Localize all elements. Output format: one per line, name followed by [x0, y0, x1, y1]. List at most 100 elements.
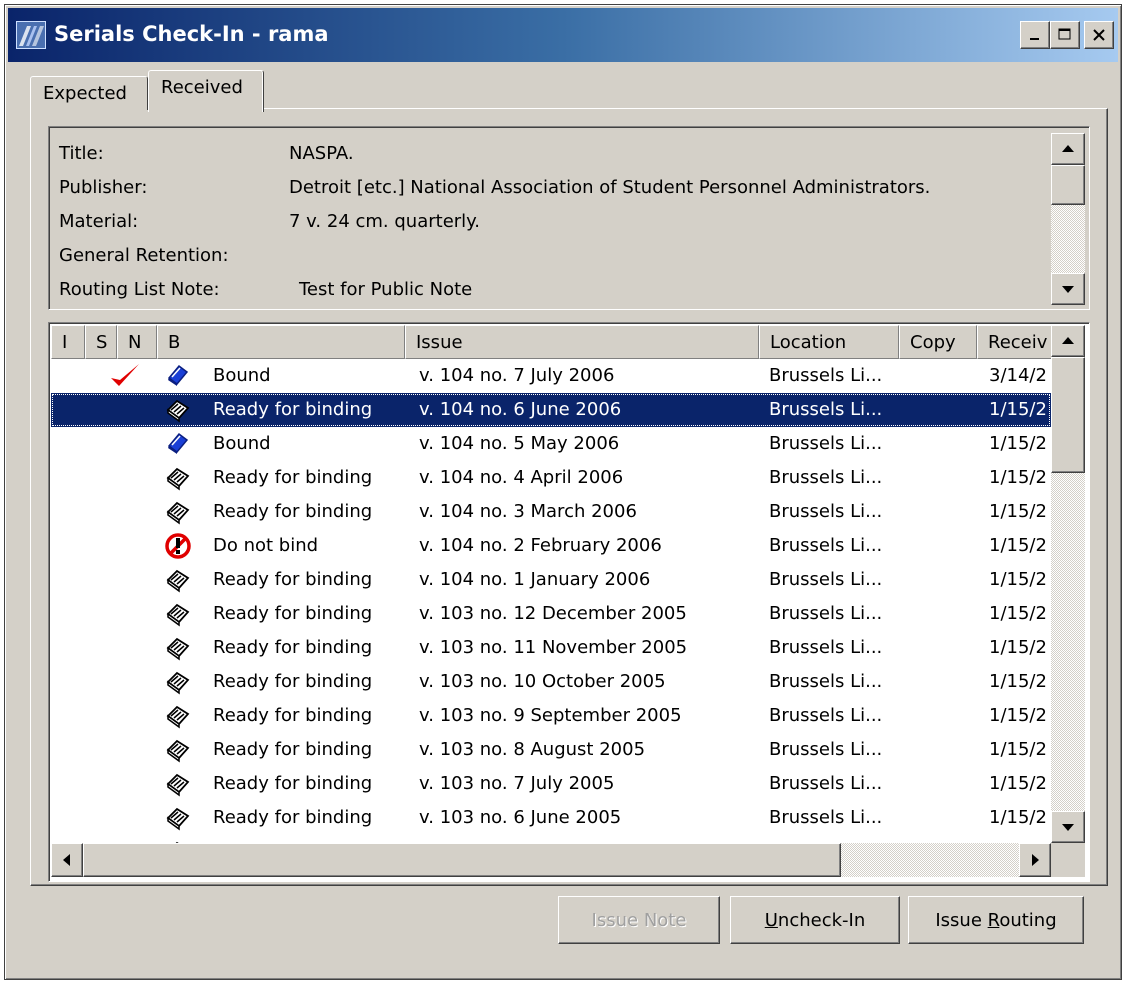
binding-status: Ready for binding — [213, 569, 373, 590]
table-row[interactable]: Bound v. 104 no. 7 July 2006 Brussels Li..… — [51, 359, 1051, 393]
ready-book-icon — [165, 736, 191, 764]
table-row[interactable]: Ready for binding v. 103 no. 8 August 200… — [51, 733, 1051, 767]
tab-received[interactable]: Received — [148, 70, 264, 112]
issue-routing-button[interactable]: Issue Routing — [908, 896, 1084, 944]
table-row[interactable]: Ready for binding v. 104 no. 6 June 2006 B… — [51, 393, 1051, 427]
received-date: 1/15/2 — [989, 671, 1047, 692]
table-row[interactable]: Ready for binding v. 104 no. 4 April 2006… — [51, 461, 1051, 495]
received-date: 1/15/2 — [989, 807, 1047, 828]
issue-location: Brussels Li... — [769, 637, 883, 658]
ready-book-icon — [165, 566, 191, 594]
issue-location: Brussels Li... — [769, 739, 883, 760]
info-scroll-up-button[interactable] — [1051, 133, 1085, 165]
column-header-copy[interactable]: Copy — [899, 325, 977, 359]
label-prefix: Issue — [935, 909, 988, 931]
window-title: Serials Check-In - rama — [54, 22, 329, 46]
uncheck-in-button[interactable]: Uncheck-In — [730, 896, 900, 944]
grid-scroll-right-button[interactable] — [1019, 843, 1051, 877]
column-header-i[interactable]: I — [51, 325, 85, 359]
issue-designation: v. 104 no. 7 July 2006 — [419, 365, 615, 386]
maximize-button[interactable] — [1050, 21, 1080, 49]
label-rest: ncheck-In — [777, 909, 866, 931]
column-header-n[interactable]: N — [117, 325, 157, 359]
table-row[interactable]: Ready for binding v. 103 no. 11 November … — [51, 631, 1051, 665]
received-date: 1/15/2 — [989, 501, 1047, 522]
tab-expected[interactable]: Expected — [30, 76, 148, 110]
info-scroll-thumb[interactable] — [1051, 165, 1085, 205]
close-button[interactable] — [1084, 21, 1114, 49]
grid-scroll-up-button[interactable] — [1051, 325, 1085, 357]
issue-designation: v. 103 no. 8 August 2005 — [419, 739, 646, 760]
issue-location: Brussels Li... — [769, 501, 883, 522]
ready-book-icon — [165, 600, 191, 628]
received-date: 1/15/2 — [989, 399, 1047, 420]
grid-horizontal-scrollbar[interactable] — [51, 843, 1051, 877]
issue-note-button[interactable]: Issue Note — [558, 896, 720, 944]
grid-vertical-scroll-thumb[interactable] — [1051, 357, 1085, 473]
arrow-right-icon — [1032, 854, 1039, 866]
grid-rows: Bound v. 104 no. 7 July 2006 Brussels Li..… — [51, 359, 1051, 843]
mnemonic-letter: U — [764, 909, 778, 931]
issue-location: Brussels Li... — [769, 399, 883, 420]
column-header-b[interactable]: B — [157, 325, 405, 359]
column-header-issue[interactable]: Issue — [405, 325, 759, 359]
title-bar[interactable]: Serials Check-In - rama — [8, 8, 1118, 62]
tab-expected-label: Expected — [43, 83, 127, 104]
column-header-s[interactable]: S — [85, 325, 117, 359]
table-row[interactable]: Ready for binding v. 103 no. 7 July 2005 B… — [51, 767, 1051, 801]
do-not-bind-icon — [165, 532, 191, 560]
issue-location: Brussels Li... — [769, 467, 883, 488]
binding-status: Ready for binding — [213, 637, 373, 658]
grid-vertical-scrollbar[interactable] — [1051, 325, 1085, 843]
binding-status: Bound — [213, 433, 271, 454]
arrow-down-icon — [1062, 286, 1074, 293]
binding-status: Ready for binding — [213, 705, 373, 726]
info-value: Test for Public Note — [299, 279, 473, 300]
ready-book-icon — [165, 668, 191, 696]
issue-designation: v. 104 no. 4 April 2006 — [419, 467, 624, 488]
ready-book-icon — [165, 396, 191, 424]
received-date: 1/15/2 — [989, 467, 1047, 488]
mnemonic-letter: R — [987, 909, 1000, 931]
table-row[interactable]: Ready for binding v. 104 no. 3 March 2006… — [51, 495, 1051, 529]
column-header-location[interactable]: Location — [759, 325, 899, 359]
issue-routing-label: Issue Routing — [935, 910, 1056, 931]
table-row[interactable]: Ready for binding v. 103 no. 9 September … — [51, 699, 1051, 733]
grid-scroll-down-button[interactable] — [1051, 811, 1085, 843]
table-row[interactable]: Ready for binding v. 103 no. 10 October 2… — [51, 665, 1051, 699]
app-icon — [16, 21, 46, 49]
grid-horizontal-scroll-thumb[interactable] — [83, 843, 841, 877]
table-row[interactable]: Ready for bindingv. 103 no. 5 May 2005Br… — [51, 835, 1051, 843]
received-date: 1/15/2 — [989, 637, 1047, 658]
issue-location: Brussels Li... — [769, 569, 883, 590]
maximize-icon — [1058, 28, 1071, 40]
table-row[interactable]: Bound v. 104 no. 5 May 2006 Brussels Li...… — [51, 427, 1051, 461]
bound-book-icon — [165, 362, 191, 390]
info-label: General Retention: — [59, 245, 229, 266]
binding-status: Ready for binding — [213, 399, 373, 420]
binding-status: Ready for binding — [213, 807, 373, 828]
info-vertical-scrollbar[interactable] — [1051, 133, 1085, 305]
ready-book-icon — [165, 464, 191, 492]
binding-status: Bound — [213, 365, 271, 386]
received-date: 1/15/2 — [989, 705, 1047, 726]
ready-book-icon — [165, 634, 191, 662]
issue-designation: v. 103 no. 10 October 2005 — [419, 671, 666, 692]
issue-designation: v. 104 no. 2 February 2006 — [419, 535, 662, 556]
column-header-received[interactable]: Receiv — [977, 325, 1057, 359]
grid-scroll-left-button[interactable] — [51, 843, 83, 877]
issue-designation: v. 104 no. 5 May 2006 — [419, 433, 620, 454]
minimize-icon — [1030, 38, 1039, 40]
table-row[interactable]: Do not bind v. 104 no. 2 February 2006 Bru… — [51, 529, 1051, 563]
uncheck-in-label: Uncheck-In — [765, 910, 866, 931]
table-row[interactable]: Ready for binding v. 103 no. 12 December … — [51, 597, 1051, 631]
serial-info-panel: Title: NASPA. Publisher: Detroit [etc.] … — [48, 126, 1090, 310]
minimize-button[interactable] — [1020, 21, 1050, 49]
ready-book-icon — [165, 498, 191, 526]
table-row[interactable]: Ready for binding v. 103 no. 6 June 2005 B… — [51, 801, 1051, 835]
table-row[interactable]: Ready for binding v. 104 no. 1 January 20… — [51, 563, 1051, 597]
info-scroll-down-button[interactable] — [1051, 273, 1085, 305]
received-date: 3/14/2 — [989, 365, 1047, 386]
binding-status: Ready for binding — [213, 603, 373, 624]
received-date: 1/15/2 — [989, 773, 1047, 794]
